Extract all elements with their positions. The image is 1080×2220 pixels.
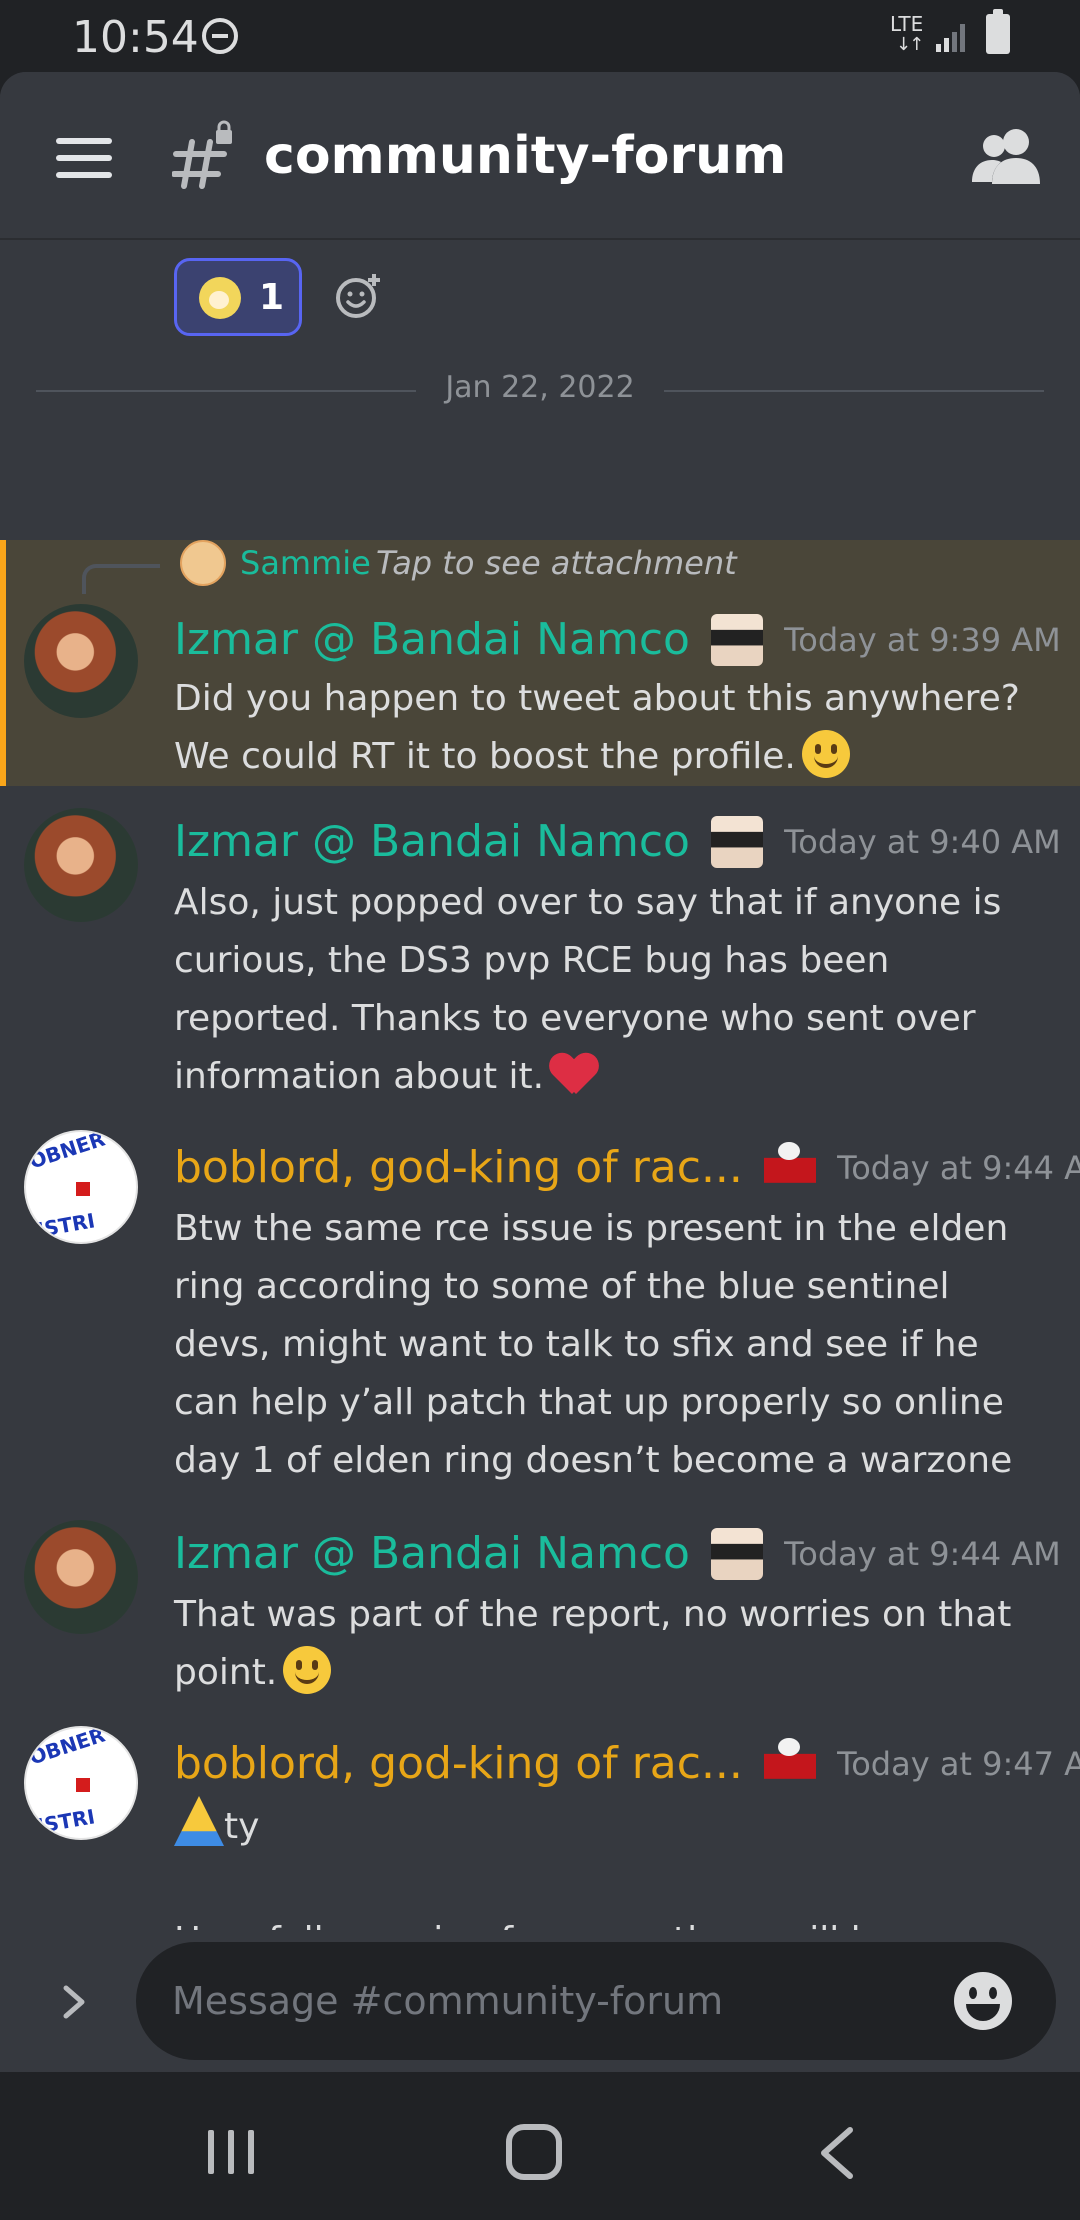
- message-text: ty: [224, 1806, 260, 1847]
- status-bar: 10:54 LTE ↓↑: [0, 0, 1080, 72]
- date-divider: Jan 22, 2022: [36, 360, 1044, 420]
- author-name[interactable]: boblord, god-king of rac...: [174, 1734, 743, 1794]
- message-item[interactable]: Izmar @ Bandai Namco Today at 9:40 AM Al…: [0, 800, 1080, 1100]
- avatar[interactable]: [24, 1520, 138, 1634]
- role-badge-icon: [711, 614, 764, 666]
- avatar[interactable]: OBNER USTRI: [24, 1130, 138, 1244]
- reply-author[interactable]: Sammie: [240, 544, 371, 582]
- timestamp: Today at 9:47 AM: [837, 1745, 1080, 1783]
- members-icon[interactable]: [970, 126, 1042, 186]
- message-list[interactable]: 1 Jan 22, 2022 Sammie Tap to see attachm…: [0, 242, 1080, 2002]
- avatar[interactable]: [24, 604, 138, 718]
- reaction-pill[interactable]: 1: [174, 258, 302, 336]
- race-car-badge-icon: [764, 1738, 816, 1790]
- role-badge-icon: [711, 816, 764, 868]
- locked-hashtag-icon: [172, 120, 232, 189]
- home-icon[interactable]: [506, 2124, 562, 2180]
- author-name[interactable]: boblord, god-king of rac...: [174, 1138, 743, 1198]
- reply-connector: [82, 564, 160, 594]
- message-content: Also, just popped over to say that if an…: [174, 874, 1054, 1106]
- timestamp: Today at 9:39 AM: [784, 621, 1061, 659]
- message-content: Did you happen to tweet about this anywh…: [174, 670, 1054, 786]
- message-item[interactable]: Izmar @ Bandai Namco Today at 9:44 AM Th…: [0, 1512, 1080, 1712]
- avatar-logo-text: USTRI: [26, 1208, 97, 1244]
- app-window: community-forum 1 Jan 22, 2022 Sammie Ta…: [0, 72, 1080, 2072]
- message-content: Btw the same rce issue is present in the…: [174, 1200, 1054, 1490]
- status-time: 10:54: [72, 12, 199, 63]
- message-header: boblord, god-king of rac... Today at 9:4…: [174, 1734, 1080, 1794]
- divider-line: [664, 390, 1044, 392]
- message-header: Izmar @ Bandai Namco Today at 9:40 AM: [174, 812, 1061, 872]
- reply-preview[interactable]: Tap to see attachment: [376, 544, 737, 582]
- reply-avatar: [180, 540, 226, 586]
- battery-icon: [986, 9, 1010, 54]
- avatar-logo-text: USTRI: [26, 1804, 97, 1840]
- timestamp: Today at 9:44 AM: [784, 1535, 1061, 1573]
- add-reaction-icon[interactable]: [334, 272, 382, 320]
- message-item[interactable]: Sammie Tap to see attachment Izmar @ Ban…: [0, 540, 1080, 786]
- date-label: Jan 22, 2022: [445, 370, 635, 405]
- folded-hands-emoji-icon: [174, 1796, 224, 1846]
- smiley-icon[interactable]: [952, 1970, 1014, 2032]
- author-name[interactable]: Izmar @ Bandai Namco: [174, 1524, 690, 1584]
- avatar-logo-text: OBNER: [26, 1130, 108, 1174]
- role-badge-icon: [711, 1528, 764, 1580]
- signal-icon: [936, 24, 965, 52]
- message-content: That was part of the report, no worries …: [174, 1586, 1054, 1702]
- recents-icon[interactable]: [206, 2128, 256, 2176]
- message-item[interactable]: OBNER USTRI boblord, god-king of rac... …: [0, 1126, 1080, 1506]
- avatar[interactable]: [24, 808, 138, 922]
- avatar-logo-text: OBNER: [26, 1726, 108, 1770]
- divider-line: [36, 390, 416, 392]
- avatar-logo-mark: [76, 1182, 90, 1196]
- reaction-emoji-icon: [199, 277, 241, 319]
- system-nav-bar: [0, 2074, 1080, 2220]
- hamburger-menu-icon[interactable]: [56, 138, 112, 178]
- author-name[interactable]: Izmar @ Bandai Namco: [174, 610, 690, 670]
- timestamp: Today at 9:44 AM: [837, 1149, 1080, 1187]
- race-car-badge-icon: [764, 1142, 816, 1194]
- message-content: ty: [174, 1796, 1054, 1856]
- message-text: Did you happen to tweet about this anywh…: [174, 678, 1020, 777]
- channel-header: community-forum: [0, 72, 1080, 240]
- reaction-count: 1: [259, 277, 285, 318]
- smile-emoji-icon: [801, 730, 850, 778]
- avatar[interactable]: OBNER USTRI: [24, 1726, 138, 1840]
- channel-title: community-forum: [264, 126, 787, 186]
- back-icon[interactable]: [816, 2126, 856, 2180]
- timestamp: Today at 9:40 AM: [784, 823, 1061, 861]
- network-type: LTE: [890, 12, 924, 36]
- message-header: boblord, god-king of rac... Today at 9:4…: [174, 1138, 1080, 1198]
- author-name[interactable]: Izmar @ Bandai Namco: [174, 812, 690, 872]
- heart-emoji-icon: [550, 1050, 598, 1098]
- message-composer: [0, 1930, 1080, 2072]
- avatar-logo-mark: [76, 1778, 90, 1792]
- do-not-disturb-icon: [202, 18, 238, 54]
- message-input[interactable]: [136, 1942, 1056, 2060]
- message-header: Izmar @ Bandai Namco Today at 9:44 AM: [174, 1524, 1061, 1584]
- wink-emoji-icon: [283, 1646, 332, 1694]
- chevron-right-icon[interactable]: [54, 1982, 94, 2022]
- message-header: Izmar @ Bandai Namco Today at 9:39 AM: [174, 610, 1061, 670]
- message-text: Btw the same rce issue is present in the…: [174, 1208, 1013, 1481]
- network-activity-icon: ↓↑: [896, 34, 924, 55]
